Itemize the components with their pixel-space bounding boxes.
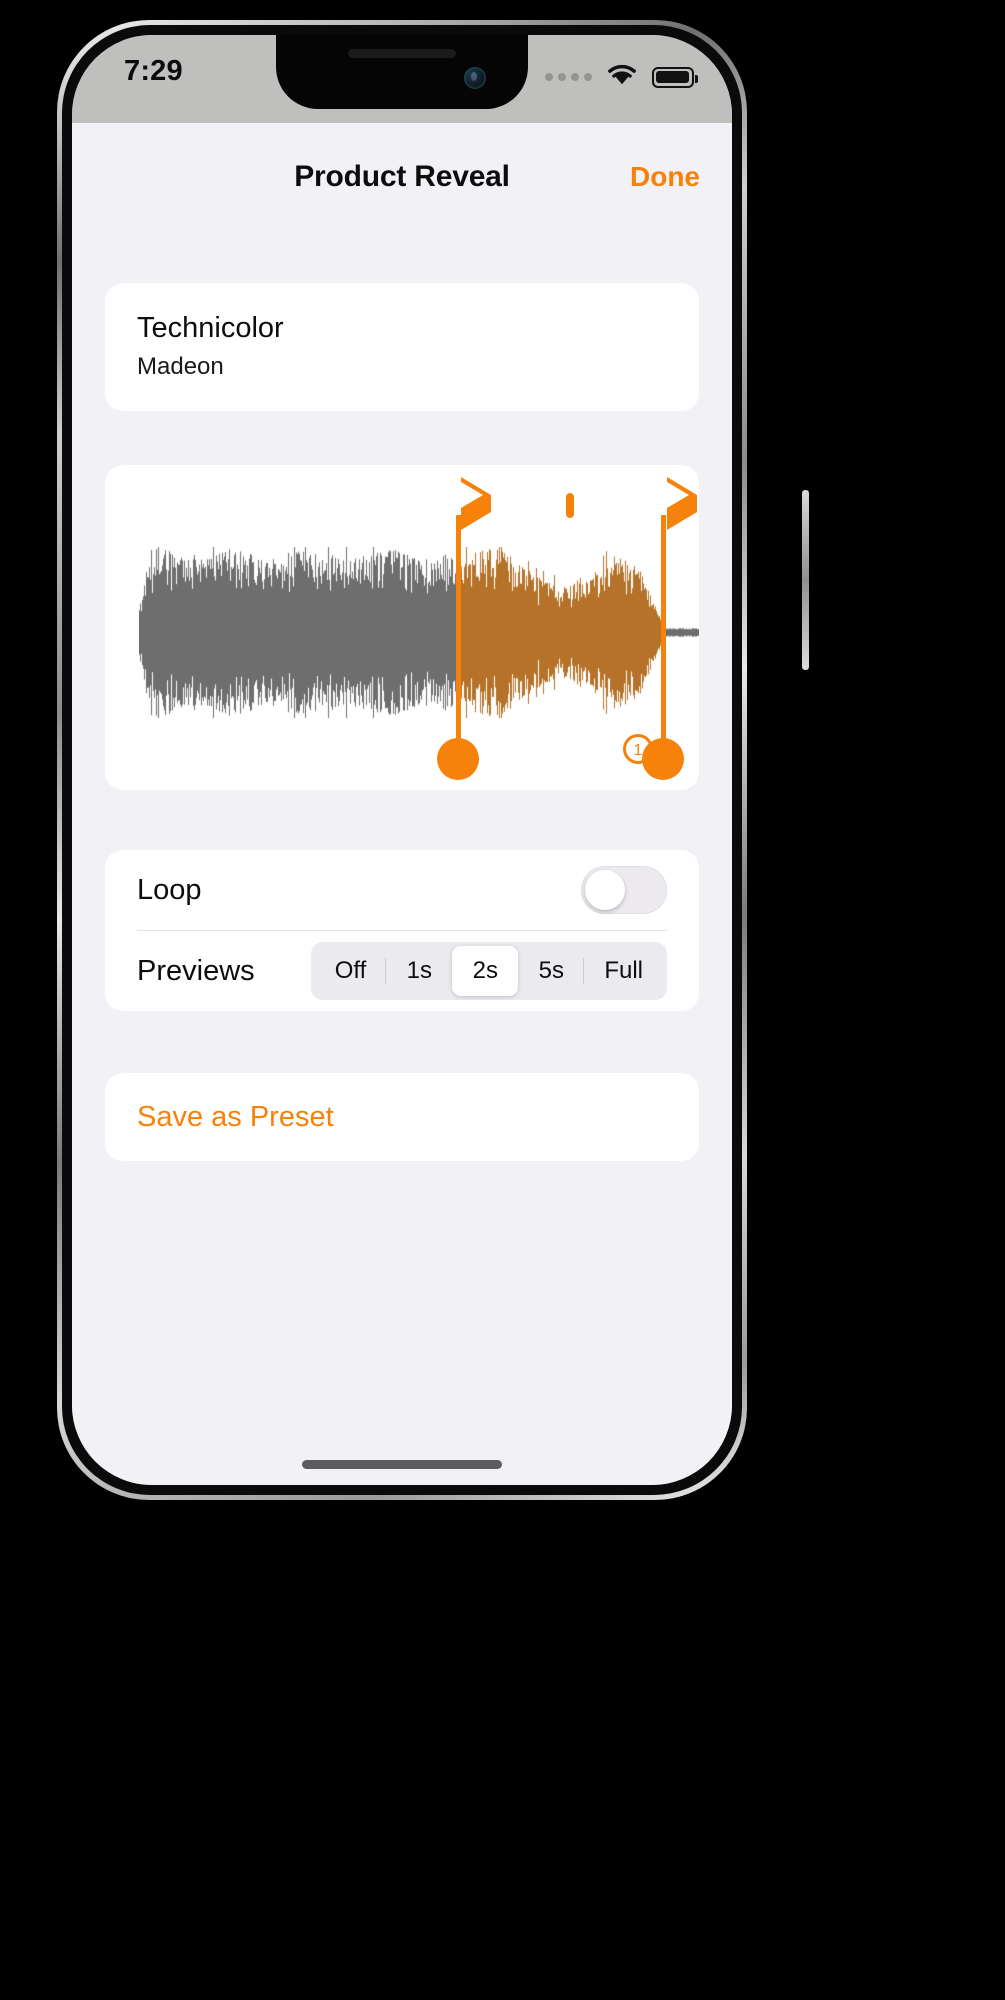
selection-start-handle[interactable] bbox=[437, 738, 479, 781]
earpiece-speaker bbox=[348, 49, 456, 58]
zoom-level-button[interactable]: 1 bbox=[617, 730, 665, 778]
navigation-bar: Product Reveal Done bbox=[72, 123, 732, 231]
battery-full-icon bbox=[652, 66, 698, 88]
app-content: Product Reveal Done Technicolor Madeon 1… bbox=[72, 123, 732, 1485]
device-notch bbox=[276, 35, 528, 109]
previews-option-2s[interactable]: 2s bbox=[452, 946, 519, 997]
selection-start-handle-line bbox=[456, 515, 461, 753]
loop-row[interactable]: Loop bbox=[105, 850, 699, 930]
power-button[interactable] bbox=[802, 490, 809, 670]
waveform-transport-controls bbox=[105, 477, 699, 541]
waveform-display[interactable] bbox=[139, 515, 699, 781]
home-indicator[interactable] bbox=[302, 1460, 502, 1469]
play-from-selection-button[interactable] bbox=[667, 477, 697, 531]
loop-label: Loop bbox=[137, 873, 202, 906]
toggle-knob bbox=[585, 870, 625, 911]
previews-row: Previews Off 1s 2s 5s Full bbox=[105, 931, 699, 1011]
status-bar-time: 7:29 bbox=[124, 55, 183, 87]
phone-frame: 7:29 Product Reveal Done Technicolor Mad… bbox=[57, 20, 809, 1500]
zoom-level-value: 1 bbox=[634, 742, 643, 759]
previews-option-1s[interactable]: 1s bbox=[386, 946, 452, 996]
track-title: Technicolor bbox=[137, 312, 284, 344]
status-bar-indicators bbox=[545, 62, 698, 92]
page-title: Product Reveal bbox=[294, 160, 510, 193]
save-as-preset-button[interactable]: Save as Preset bbox=[105, 1073, 699, 1162]
play-triangle-icon bbox=[461, 477, 491, 531]
loop-toggle[interactable] bbox=[581, 866, 667, 915]
front-camera-icon bbox=[464, 67, 486, 89]
track-artist: Madeon bbox=[137, 353, 224, 381]
done-button[interactable]: Done bbox=[630, 161, 700, 193]
previews-option-off[interactable]: Off bbox=[315, 946, 387, 996]
screenshot-root: 7:29 Product Reveal Done Technicolor Mad… bbox=[0, 0, 1005, 2000]
play-triangle-icon bbox=[667, 477, 697, 531]
settings-card: Loop Previews Off 1s 2s 5s Full bbox=[105, 850, 699, 1012]
play-from-start-button[interactable] bbox=[461, 477, 491, 531]
phone-bezel: 7:29 Product Reveal Done Technicolor Mad… bbox=[62, 25, 742, 1495]
cellular-dots-icon bbox=[545, 73, 592, 81]
previews-segmented-control[interactable]: Off 1s 2s 5s Full bbox=[310, 942, 667, 1001]
phone-screen: 7:29 Product Reveal Done Technicolor Mad… bbox=[72, 35, 732, 1485]
previews-option-5s[interactable]: 5s bbox=[518, 946, 585, 996]
save-as-preset-label: Save as Preset bbox=[137, 1100, 334, 1133]
previews-option-full[interactable]: Full bbox=[584, 946, 663, 996]
wifi-icon bbox=[605, 62, 639, 92]
track-info-card[interactable]: Technicolor Madeon bbox=[105, 283, 699, 412]
waveform-canvas[interactable] bbox=[139, 545, 699, 721]
stop-square-icon bbox=[566, 493, 574, 519]
previews-label: Previews bbox=[137, 954, 255, 987]
waveform-card: 1 bbox=[105, 465, 699, 791]
selection-end-handle-line bbox=[661, 515, 666, 753]
stop-button[interactable] bbox=[566, 493, 574, 519]
